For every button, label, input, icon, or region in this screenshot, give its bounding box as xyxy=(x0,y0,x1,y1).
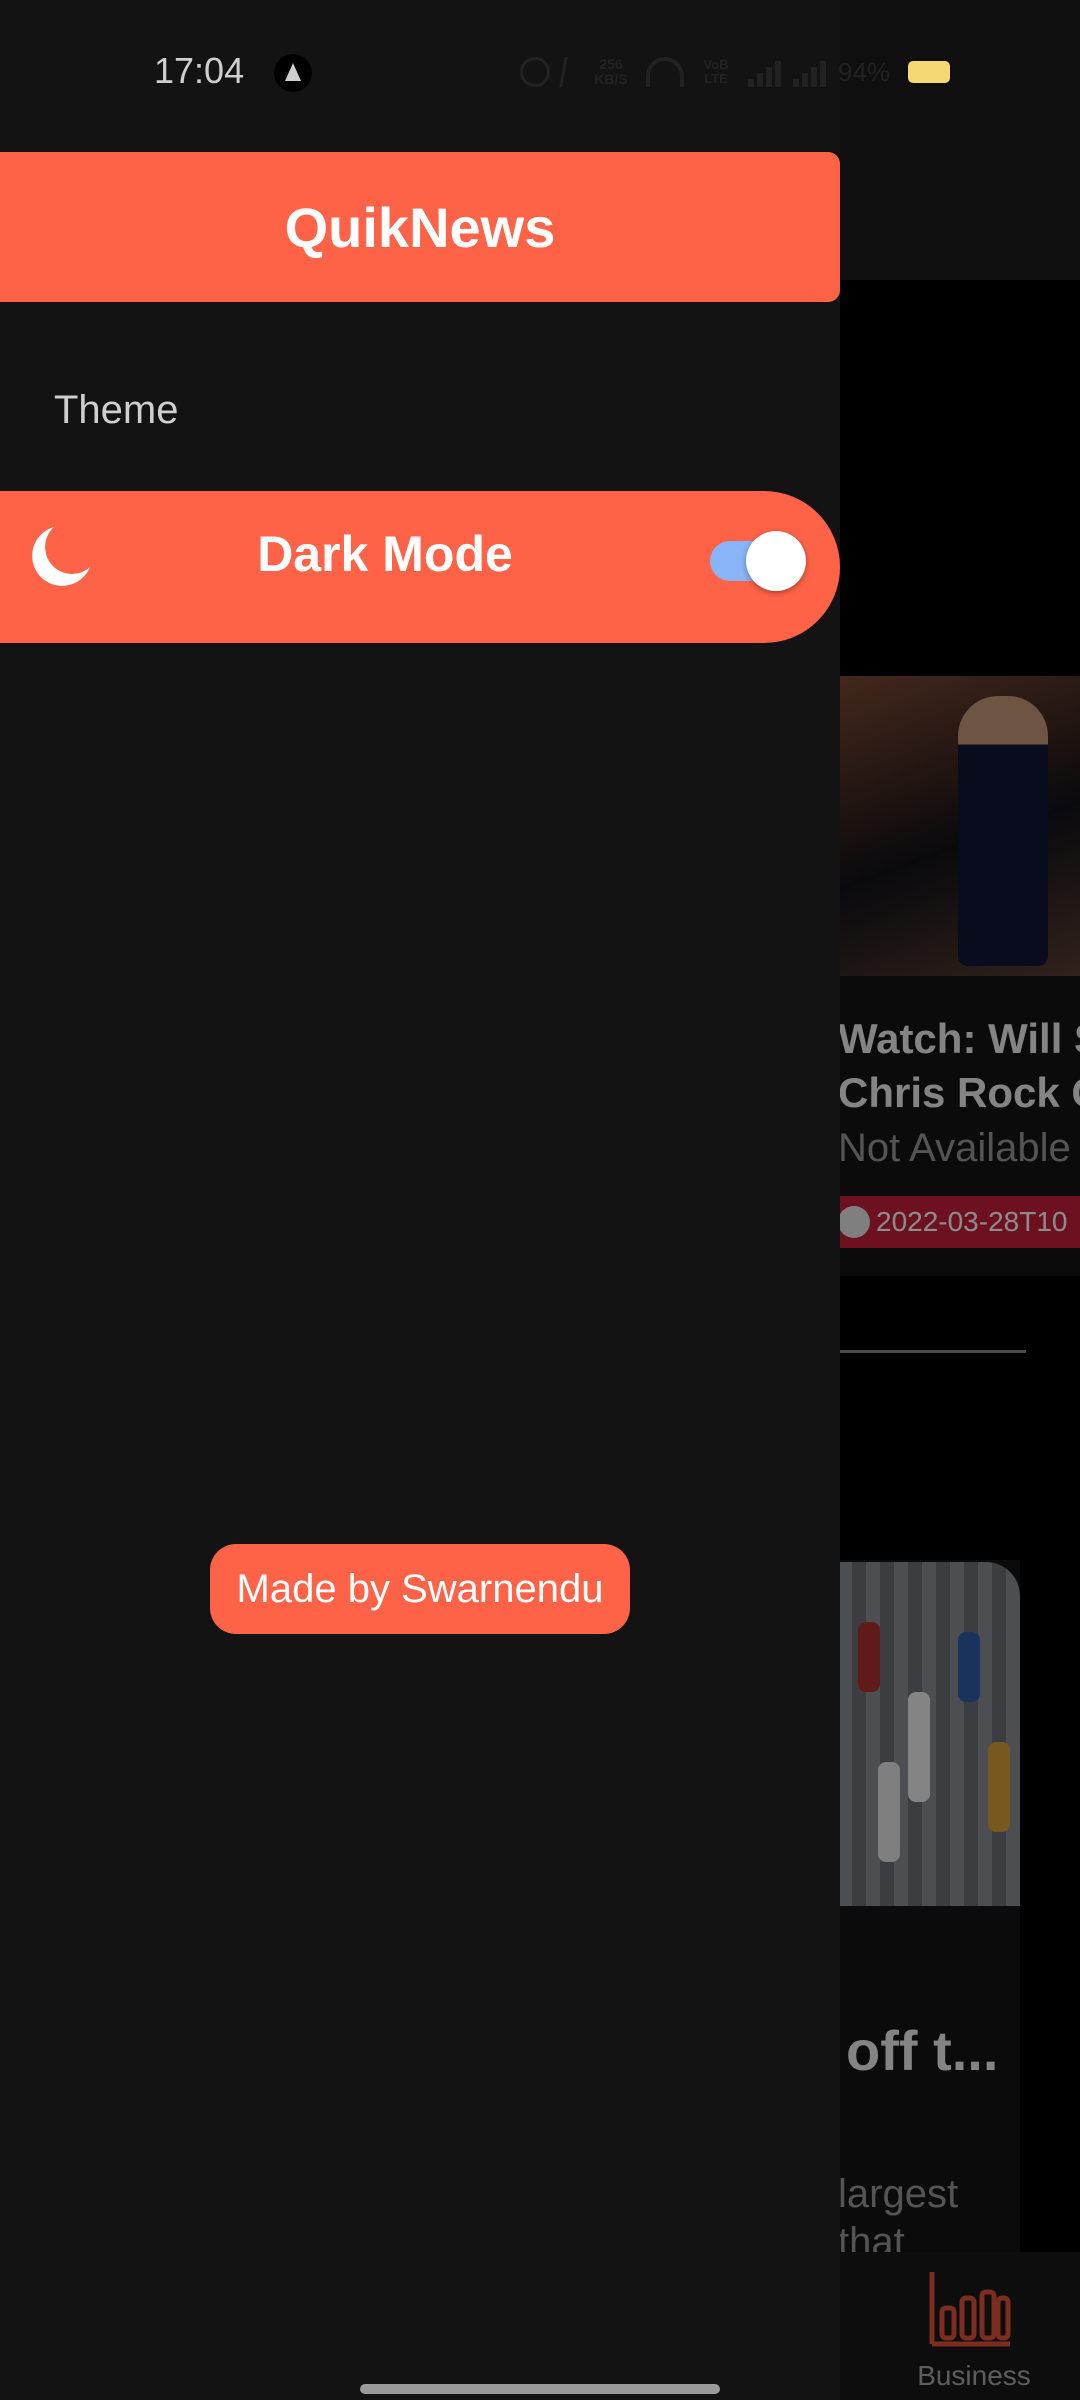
app-title: QuikNews xyxy=(284,195,556,259)
bluetooth-icon xyxy=(559,57,579,87)
volte-indicator: VoB LTE xyxy=(703,57,729,86)
navigation-app-icon xyxy=(274,54,312,92)
signal-icon xyxy=(793,57,826,87)
drawer-header: QuikNews xyxy=(0,152,840,302)
status-bar: 17:04 256 KB/S VoB LTE 94% xyxy=(0,0,1080,140)
network-speed: 256 KB/S xyxy=(594,56,628,87)
dark-mode-toggle[interactable] xyxy=(710,531,806,591)
battery-percent: 94% xyxy=(838,56,891,87)
toggle-thumb xyxy=(746,531,806,591)
dark-mode-item[interactable]: Dark Mode xyxy=(0,491,840,643)
status-icons: 256 KB/S VoB LTE 94% xyxy=(520,52,951,92)
dark-mode-label: Dark Mode xyxy=(257,526,513,582)
signal-icon xyxy=(748,57,781,87)
battery-icon xyxy=(908,61,951,83)
wifi-icon xyxy=(646,57,684,87)
theme-section-label: Theme xyxy=(54,388,179,432)
home-indicator[interactable] xyxy=(360,2384,720,2394)
credit-badge: Made by Swarnendu xyxy=(210,1544,630,1634)
status-time: 17:04 xyxy=(154,50,245,91)
navigation-drawer: QuikNews Theme Dark Mode Made by Swarnen… xyxy=(0,0,840,2400)
alarm-icon xyxy=(520,57,550,87)
